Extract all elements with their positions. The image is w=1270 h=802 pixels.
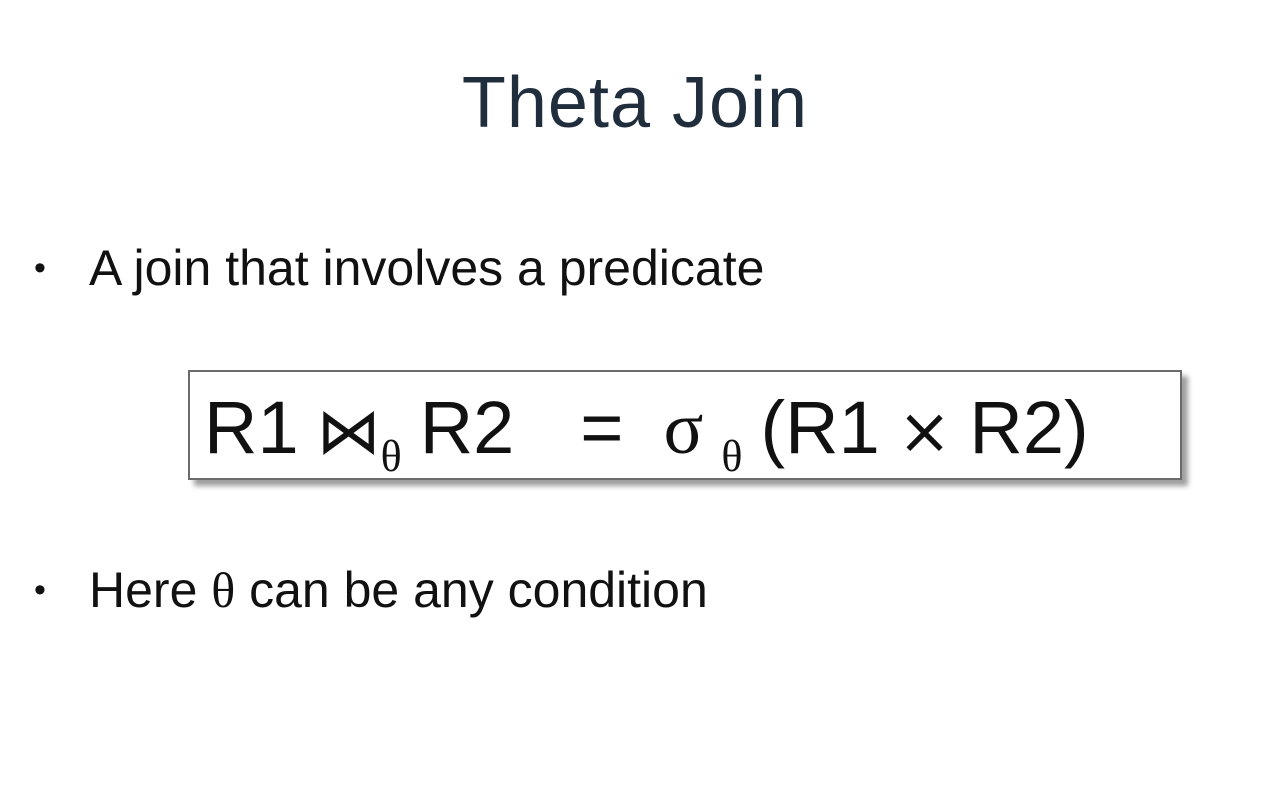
join-symbol: ⋈ xyxy=(316,395,381,469)
close-paren: ) xyxy=(1063,386,1089,469)
bullet-marker: • xyxy=(34,249,46,287)
theta-join-formula: R1 ⋈θ R2 = σ θ (R1 × R2) xyxy=(204,386,1089,480)
select-subscript: θ xyxy=(721,432,743,480)
theta-symbol: θ xyxy=(211,562,236,618)
bullet-item-predicate: • A join that involves a predicate xyxy=(34,238,764,298)
select-symbol: σ xyxy=(663,388,704,470)
join-subscript: θ xyxy=(380,432,402,480)
product-symbol: × xyxy=(897,395,952,469)
bullet-item-condition: • Here θ can be any condition xyxy=(34,560,708,620)
formula-right-relation: R2 xyxy=(419,386,515,469)
formula-left-relation: R1 xyxy=(204,386,299,469)
product-left-relation: R1 xyxy=(785,386,880,469)
slide: Theta Join • A join that involves a predi… xyxy=(0,0,1270,802)
product-right-relation: R2 xyxy=(969,386,1064,469)
bullet-text-before: Here xyxy=(89,562,212,618)
formula-box: R1 ⋈θ R2 = σ θ (R1 × R2) xyxy=(188,370,1182,480)
bullet-marker: • xyxy=(34,571,46,609)
slide-title: Theta Join xyxy=(461,63,809,143)
bullet-text: A join that involves a predicate xyxy=(89,240,765,296)
open-paren: ( xyxy=(760,386,786,469)
equals-sign: = xyxy=(580,386,624,469)
bullet-text-after: can be any condition xyxy=(235,562,708,618)
